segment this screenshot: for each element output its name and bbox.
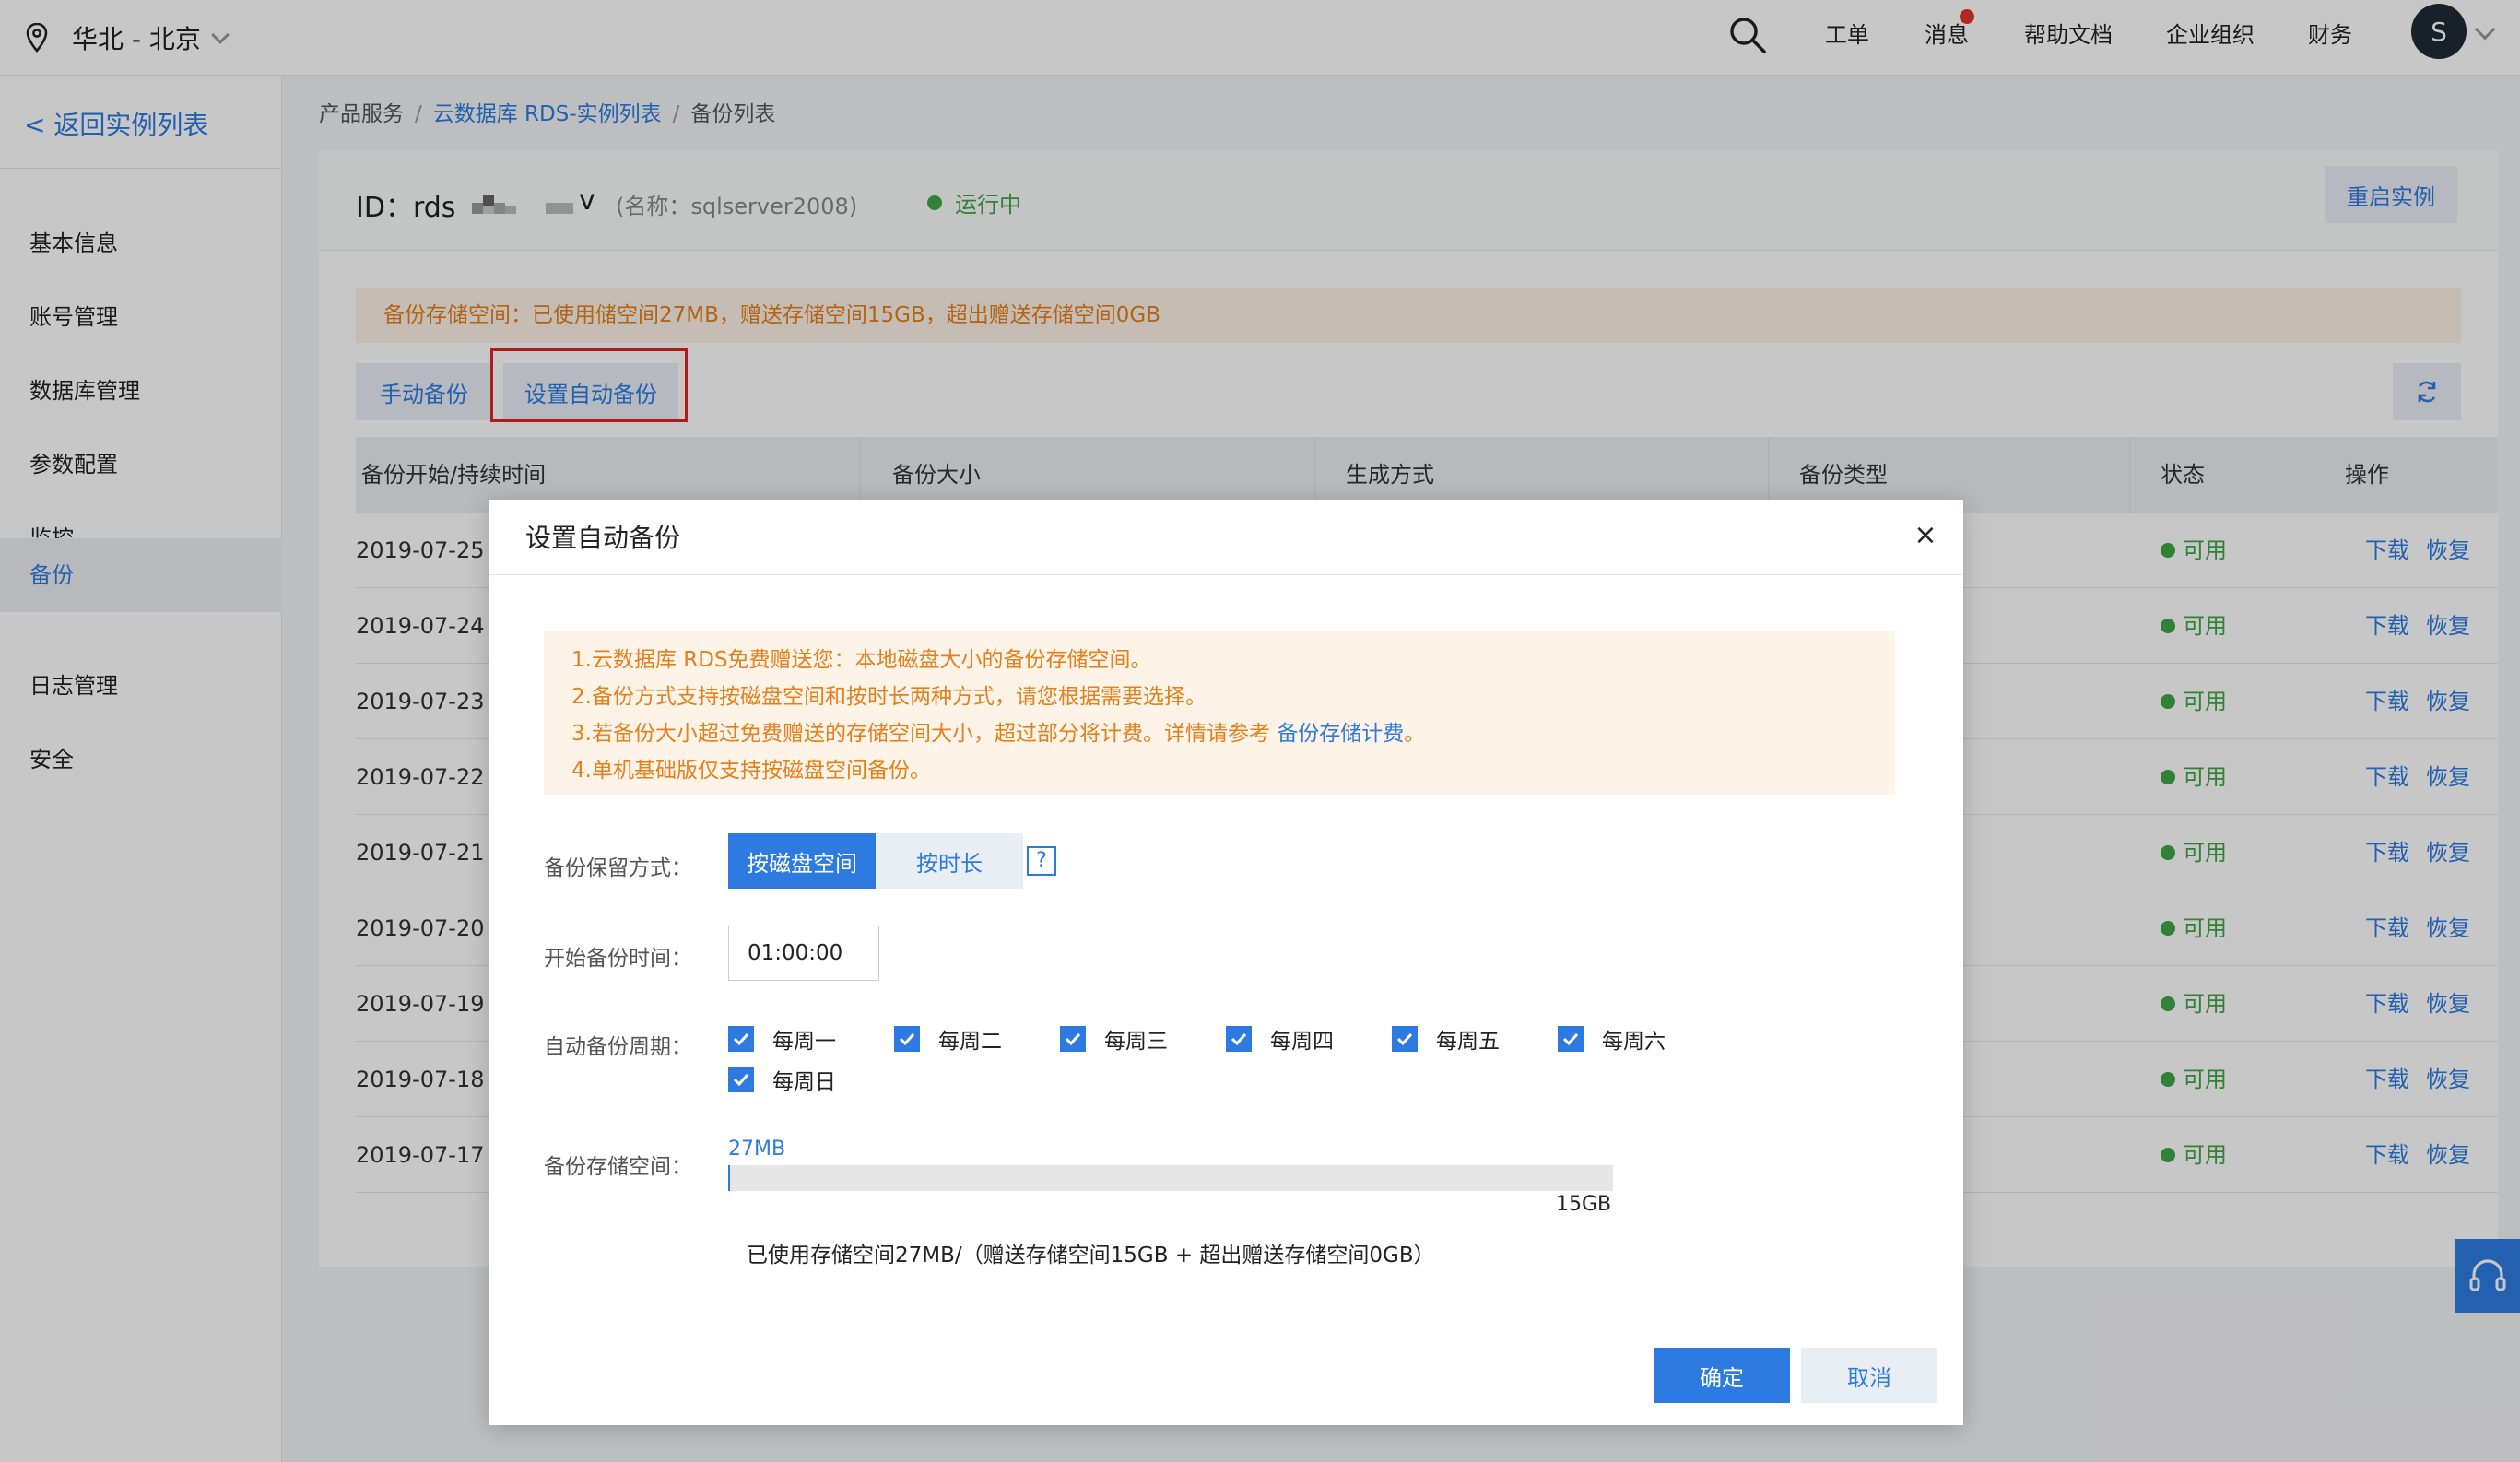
- storage-progress-fill: [728, 1165, 730, 1191]
- period-day-checkbox[interactable]: 每周五: [1392, 1023, 1500, 1055]
- checkbox-checked-icon[interactable]: [1060, 1026, 1086, 1052]
- period-day-checkbox[interactable]: 每周三: [1060, 1023, 1168, 1055]
- storage-summary: 已使用存储空间27MB/（赠送存储空间15GB + 超出赠送存储空间0GB）: [747, 1244, 1435, 1267]
- day-label: 每周一: [772, 1030, 836, 1054]
- backup-notice: 1.云数据库 RDS免费赠送您：本地磁盘大小的备份存储空间。 2.备份方式支持按…: [544, 631, 1895, 795]
- help-icon[interactable]: ?: [1027, 846, 1056, 876]
- day-label: 每周四: [1270, 1030, 1334, 1054]
- day-label: 每周日: [772, 1070, 836, 1094]
- retention-by-disk-option[interactable]: 按磁盘空间: [728, 833, 876, 889]
- checkbox-checked-icon[interactable]: [1392, 1026, 1418, 1052]
- day-label: 每周五: [1436, 1030, 1500, 1054]
- retention-by-duration-option[interactable]: 按时长: [876, 833, 1023, 889]
- storage-label: 备份存储空间：: [544, 1155, 692, 1179]
- day-label: 每周六: [1602, 1030, 1666, 1054]
- checkbox-checked-icon[interactable]: [1558, 1026, 1584, 1052]
- period-day-checkbox[interactable]: 每周四: [1226, 1023, 1334, 1055]
- start-time-label: 开始备份时间：: [544, 947, 692, 971]
- storage-used: 27MB: [728, 1138, 786, 1161]
- auto-backup-dialog: 设置自动备份 × 1.云数据库 RDS免费赠送您：本地磁盘大小的备份存储空间。 …: [489, 500, 1963, 1425]
- notice-line: 4.单机基础版仅支持按磁盘空间备份。: [571, 759, 931, 783]
- retention-label: 备份保留方式：: [544, 856, 692, 880]
- checkbox-checked-icon[interactable]: [894, 1026, 920, 1052]
- notice-line-tail: 。: [1404, 722, 1426, 746]
- day-label: 每周三: [1104, 1030, 1168, 1054]
- dialog-title: 设置自动备份: [525, 523, 681, 553]
- close-icon[interactable]: ×: [1912, 522, 1939, 549]
- backup-billing-link[interactable]: 备份存储计费: [1277, 722, 1404, 746]
- storage-total: 15GB: [1556, 1193, 1612, 1216]
- notice-line-text: 3.若备份大小超过免费赠送的存储空间大小，超过部分将计费。详情请参考: [571, 722, 1278, 746]
- start-time-input[interactable]: [728, 926, 879, 981]
- period-label: 自动备份周期：: [544, 1035, 692, 1059]
- period-day-checkbox[interactable]: 每周六: [1558, 1023, 1666, 1055]
- cancel-button[interactable]: 取消: [1801, 1348, 1937, 1403]
- notice-line: 3.若备份大小超过免费赠送的存储空间大小，超过部分将计费。详情请参考 备份存储计…: [571, 715, 1895, 752]
- period-day-checkbox[interactable]: 每周一: [728, 1023, 836, 1055]
- notice-line: 1.云数据库 RDS免费赠送您：本地磁盘大小的备份存储空间。: [571, 648, 1152, 672]
- confirm-button[interactable]: 确定: [1654, 1348, 1790, 1403]
- dialog-header: 设置自动备份 ×: [489, 500, 1963, 575]
- checkbox-checked-icon[interactable]: [728, 1026, 754, 1052]
- checkbox-checked-icon[interactable]: [728, 1067, 754, 1092]
- checkbox-checked-icon[interactable]: [1226, 1026, 1252, 1052]
- storage-progress-bar: [728, 1165, 1613, 1191]
- period-day-checkbox[interactable]: 每周日: [728, 1064, 836, 1095]
- day-label: 每周二: [938, 1030, 1002, 1054]
- notice-line: 2.备份方式支持按磁盘空间和按时长两种方式，请您根据需要选择。: [571, 685, 1207, 709]
- period-day-checkbox[interactable]: 每周二: [894, 1023, 1002, 1055]
